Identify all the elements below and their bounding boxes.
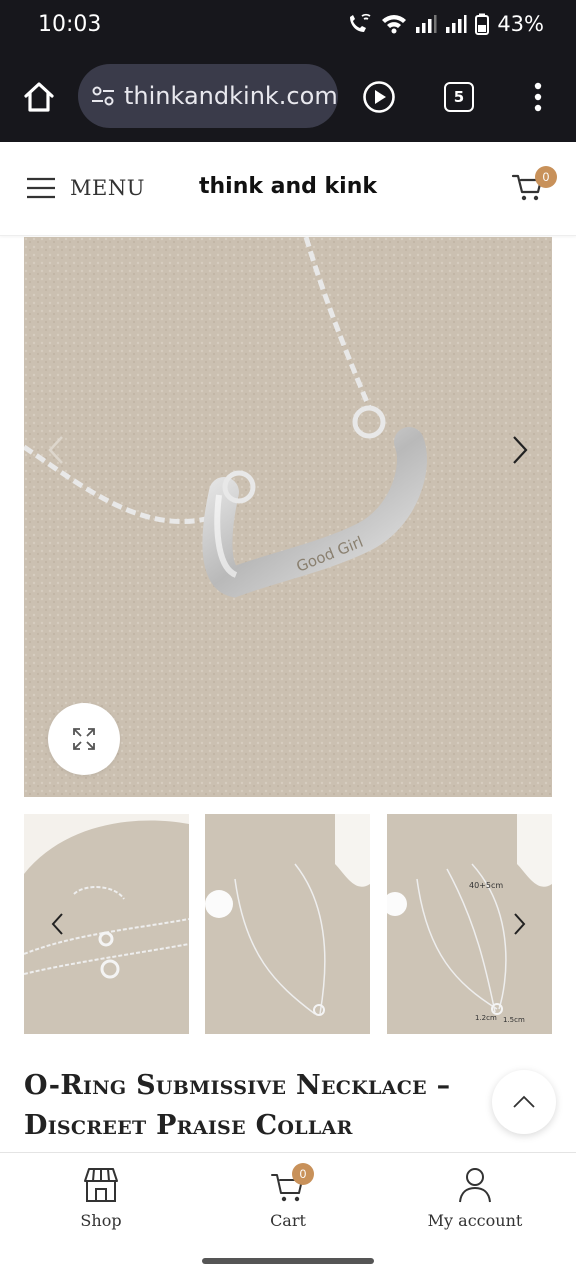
chevron-right-icon[interactable] xyxy=(510,435,530,465)
play-icon[interactable] xyxy=(362,80,396,114)
nav-my-account[interactable]: My account xyxy=(395,1165,555,1230)
chevron-left-icon[interactable] xyxy=(46,435,66,465)
nav-cart[interactable]: 0 Cart xyxy=(208,1163,368,1230)
tab-switcher-button[interactable]: 5 xyxy=(444,82,474,112)
wifi-calling-icon xyxy=(350,13,371,32)
chevron-left-icon[interactable] xyxy=(50,912,64,936)
wifi-icon xyxy=(382,15,407,34)
more-vert-icon[interactable] xyxy=(526,80,550,114)
gesture-bar xyxy=(0,1244,576,1280)
nav-cart-count-badge: 0 xyxy=(292,1163,314,1185)
nav-account-label: My account xyxy=(427,1211,523,1230)
product-title-line2: Discreet Praise Collar xyxy=(24,1110,353,1141)
battery-icon xyxy=(475,13,490,35)
bottom-navigation: Shop 0 Cart My account xyxy=(0,1152,576,1244)
chevron-right-icon[interactable] xyxy=(513,912,527,936)
thumbnail-image xyxy=(205,814,370,1034)
status-time: 10:03 xyxy=(38,12,102,37)
length-label: 40+5cm xyxy=(469,881,503,890)
thumbnail-2[interactable] xyxy=(205,814,370,1034)
zoom-button[interactable] xyxy=(48,703,120,775)
nav-cart-label: Cart xyxy=(270,1211,306,1230)
expand-icon xyxy=(73,728,95,750)
browser-toolbar: thinkandkink.com 5 xyxy=(0,52,576,142)
header-cart-button[interactable]: 0 xyxy=(510,166,557,208)
nav-shop-label: Shop xyxy=(80,1211,122,1230)
gesture-handle[interactable] xyxy=(202,1258,374,1264)
status-icons: 43% xyxy=(347,12,544,36)
signal-icon xyxy=(446,15,467,33)
back-to-top-button[interactable] xyxy=(492,1070,556,1134)
hamburger-icon xyxy=(27,177,55,199)
cart-count-badge: 0 xyxy=(535,166,557,188)
home-icon[interactable] xyxy=(22,80,56,114)
product-title: O-Ring Submissive Necklace – Discreet Pr… xyxy=(24,1066,474,1146)
menu-button[interactable]: MENU xyxy=(26,176,145,200)
shop-icon xyxy=(84,1168,118,1202)
nav-shop[interactable]: Shop xyxy=(21,1165,181,1230)
status-bar: 10:03 43% xyxy=(0,0,576,52)
site-settings-icon[interactable] xyxy=(90,83,116,109)
thumbnail-image: 40+5cm 1.2cm 1.5cm xyxy=(387,814,552,1034)
address-bar[interactable]: thinkandkink.com xyxy=(78,64,338,128)
menu-label: MENU xyxy=(70,176,145,200)
ring-size-label-2: 1.5cm xyxy=(503,1016,525,1024)
thumbnail-3[interactable]: 40+5cm 1.2cm 1.5cm xyxy=(387,814,552,1034)
site-header: MENU think and kink 0 xyxy=(0,142,576,236)
product-title-line1: O-Ring Submissive Necklace – xyxy=(24,1070,451,1101)
ring-size-label: 1.2cm xyxy=(475,1014,497,1022)
signal-icon xyxy=(416,15,437,33)
product-main-image[interactable]: Good Girl xyxy=(24,237,552,797)
user-icon xyxy=(459,1168,491,1203)
battery-percent: 43% xyxy=(497,12,544,36)
thumbnail-image xyxy=(24,814,189,1034)
nav-cart-icon-wrap: 0 xyxy=(268,1163,314,1205)
thumbnail-strip: 40+5cm 1.2cm 1.5cm xyxy=(24,814,576,1034)
thumbnail-1[interactable] xyxy=(24,814,189,1034)
url-text[interactable]: thinkandkink.com xyxy=(124,82,338,110)
chevron-up-icon xyxy=(513,1095,535,1108)
